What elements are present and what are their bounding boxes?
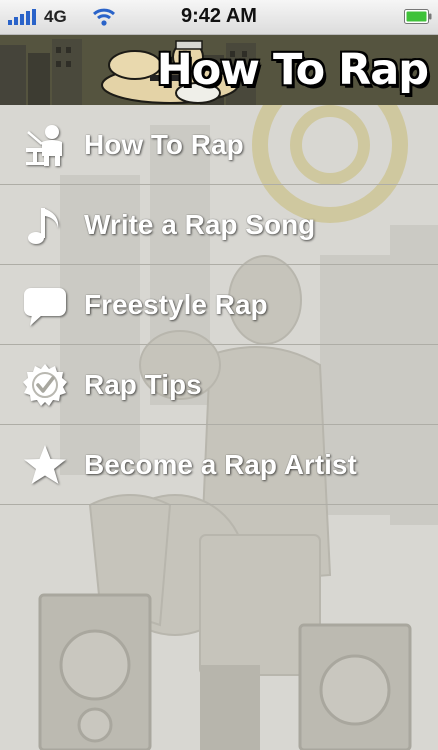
menu-item-write-a-rap-song[interactable]: Write a Rap Song (0, 185, 438, 265)
speech-bubble-icon (24, 287, 66, 326)
main-content: How To Rap Write a Rap Song Freestyle Ra… (0, 105, 438, 750)
teacher-icon (26, 124, 62, 166)
menu-item-label: Become a Rap Artist (84, 448, 357, 480)
menu-item-rap-tips[interactable]: Rap Tips (0, 345, 438, 425)
app-header: How To Rap (0, 35, 438, 105)
menu-item-label: Rap Tips (84, 368, 202, 400)
status-bar: 4G 9:42 AM (0, 0, 438, 35)
star-icon (24, 444, 66, 484)
menu-item-how-to-rap[interactable]: How To Rap (0, 105, 438, 185)
status-time: 9:42 AM (181, 5, 257, 27)
menu-item-freestyle-rap[interactable]: Freestyle Rap (0, 265, 438, 345)
menu-item-become-a-rap-artist[interactable]: Become a Rap Artist (0, 425, 438, 505)
main-menu: How To Rap Write a Rap Song Freestyle Ra… (0, 105, 438, 505)
menu-item-label: Freestyle Rap (84, 288, 268, 320)
menu-item-label: How To Rap (84, 128, 244, 160)
battery-icon (404, 9, 432, 24)
app-logo: How To Rap (156, 45, 429, 95)
checkmark-badge-icon (23, 363, 67, 406)
menu-item-label: Write a Rap Song (84, 208, 316, 240)
music-note-icon (28, 207, 59, 244)
